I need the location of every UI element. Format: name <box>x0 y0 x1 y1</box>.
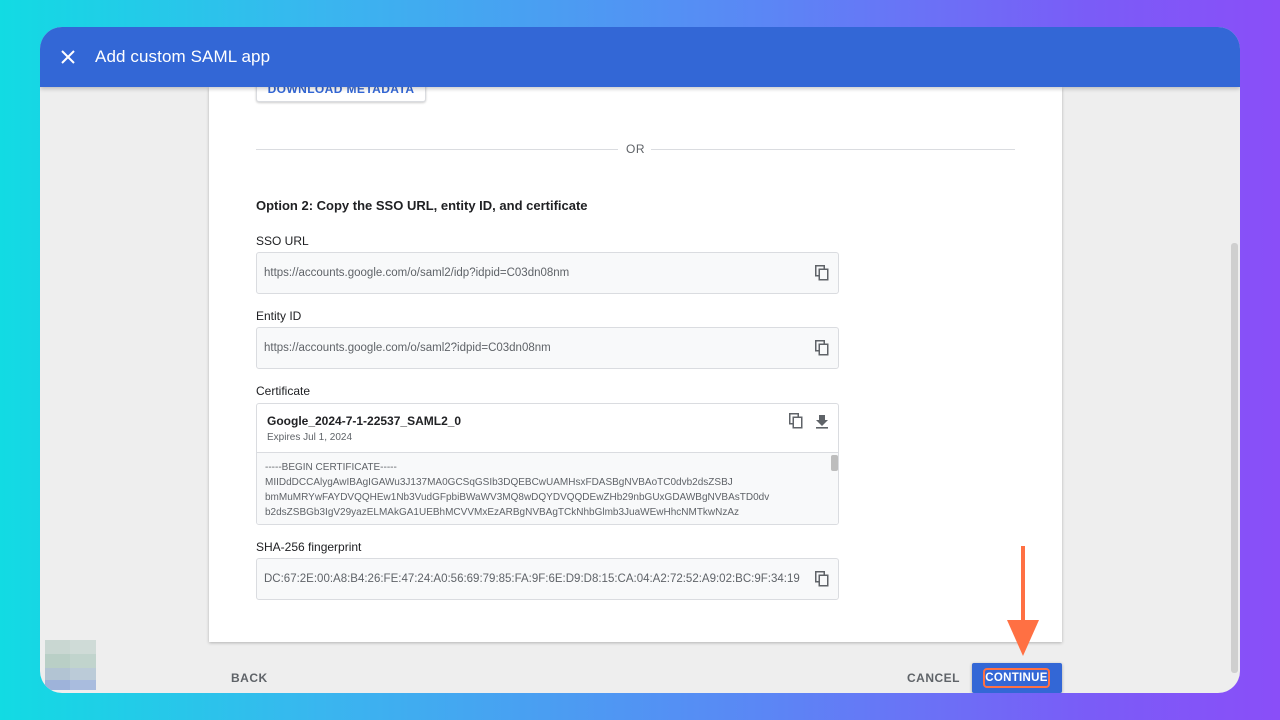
copy-icon[interactable] <box>815 340 831 356</box>
dialog-title: Add custom SAML app <box>95 47 271 66</box>
dialog-header: Add custom SAML app <box>40 27 1240 87</box>
fingerprint-label: SHA-256 fingerprint <box>256 540 362 554</box>
page-scrollbar[interactable] <box>1231 243 1238 673</box>
saml-details-card: DOWNLOAD METADATA OR Option 2: Copy the … <box>209 79 1062 642</box>
sso-url-label: SSO URL <box>256 234 309 248</box>
certificate-name: Google_2024-7-1-22537_SAML2_0 <box>267 414 462 428</box>
or-divider-text: OR <box>626 142 646 156</box>
entity-id-field: https://accounts.google.com/o/saml2?idpi… <box>256 327 839 369</box>
copy-icon[interactable] <box>789 413 805 429</box>
fingerprint-field: DC:67:2E:00:A8:B4:26:FE:47:24:A0:56:69:7… <box>256 558 839 600</box>
continue-button[interactable]: CONTINUE <box>972 663 1062 693</box>
sso-url-field: https://accounts.google.com/o/saml2/idp?… <box>256 252 839 294</box>
certificate-box: Google_2024-7-1-22537_SAML2_0 Expires Ju… <box>256 403 839 525</box>
copy-icon[interactable] <box>815 265 831 281</box>
download-icon[interactable] <box>815 413 831 429</box>
certificate-text-area[interactable]: -----BEGIN CERTIFICATE----- MIIDdDCCAlyg… <box>257 452 838 524</box>
certificate-line: MIIDdDCCAlygAwIBAgIGAWu3J137MA0GCSqGSIb3… <box>265 477 733 488</box>
copy-icon[interactable] <box>815 571 831 587</box>
certificate-label: Certificate <box>256 384 311 398</box>
fingerprint-value: DC:67:2E:00:A8:B4:26:FE:47:24:A0:56:69:7… <box>264 573 800 585</box>
back-button[interactable]: BACK <box>231 671 268 685</box>
divider-left <box>256 149 618 150</box>
app-window: Add custom SAML app DOWNLOAD METADATA OR… <box>40 27 1240 693</box>
certificate-line: -----BEGIN CERTIFICATE----- <box>265 462 397 473</box>
entity-id-value: https://accounts.google.com/o/saml2?idpi… <box>264 342 551 354</box>
close-icon[interactable] <box>57 46 79 68</box>
certificate-expiry: Expires Jul 1, 2024 <box>267 432 353 443</box>
continue-label: CONTINUE <box>983 668 1050 688</box>
certificate-scrollbar[interactable] <box>831 455 838 471</box>
cancel-button[interactable]: CANCEL <box>907 671 960 685</box>
divider-right <box>651 149 1015 150</box>
entity-id-label: Entity ID <box>256 309 302 323</box>
sso-url-value: https://accounts.google.com/o/saml2/idp?… <box>264 267 570 279</box>
certificate-line: bmMuMRYwFAYDVQQHEw1Nb3VudGFpbiBWaWV3MQ8w… <box>265 492 770 503</box>
blurred-thumbnail <box>45 640 96 690</box>
option-2-heading: Option 2: Copy the SSO URL, entity ID, a… <box>256 198 588 213</box>
content-area: DOWNLOAD METADATA OR Option 2: Copy the … <box>40 79 1240 693</box>
certificate-line: b2dsZSBGb3IgV29yazELMAkGA1UEBhMCVVMxEzAR… <box>265 507 740 518</box>
